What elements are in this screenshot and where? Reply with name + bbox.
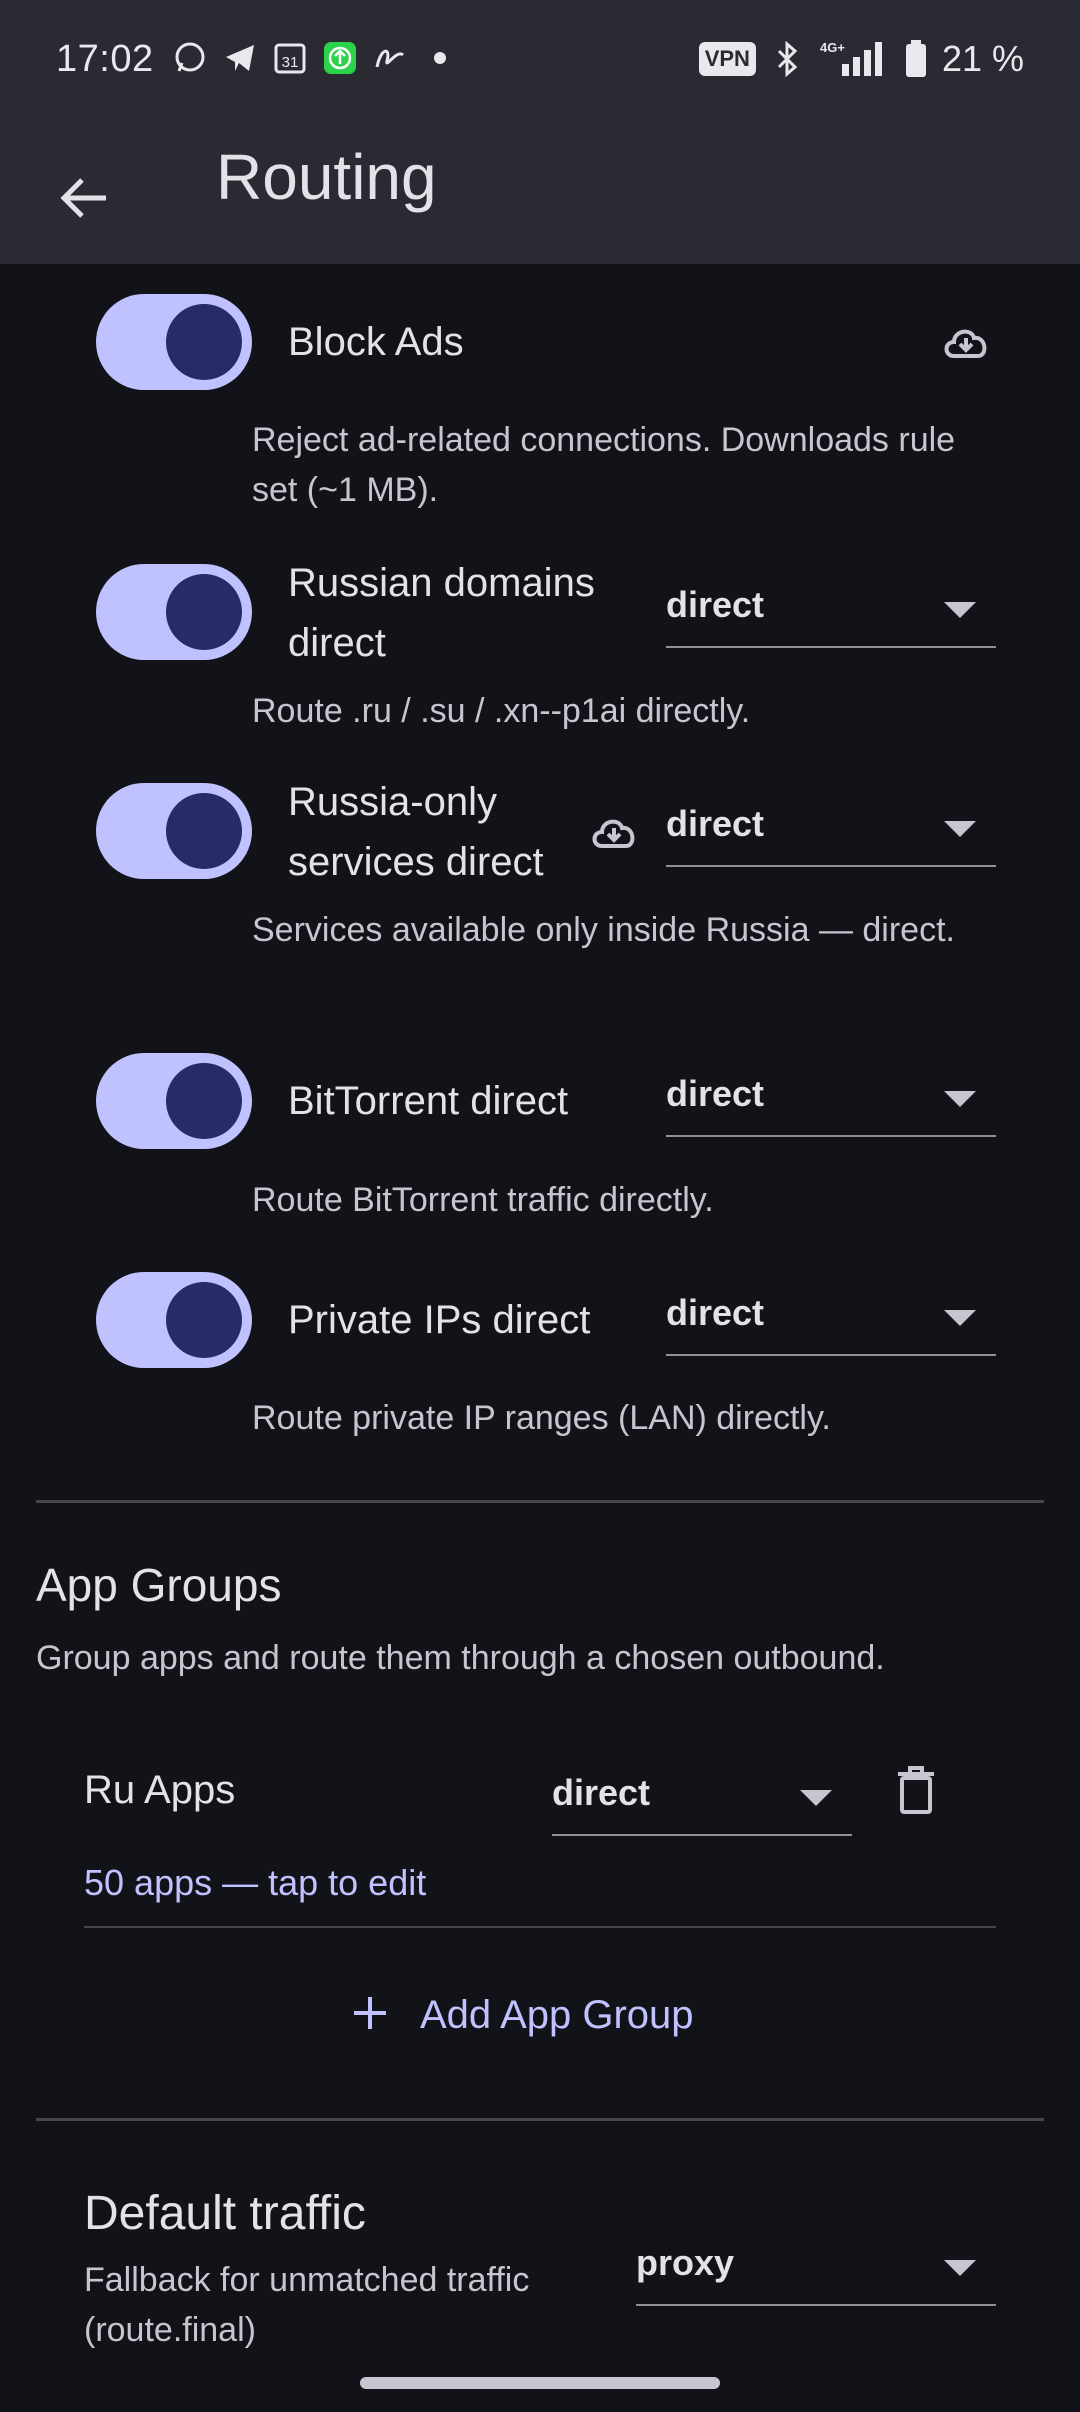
- download-icon[interactable]: [940, 316, 1000, 368]
- dropdown-arrow-icon: [944, 1091, 976, 1107]
- battery-icon: [904, 40, 928, 77]
- rule-label: Russia-only services direct: [288, 780, 544, 884]
- rule-label: Block Ads: [288, 320, 464, 364]
- rule-label: BitTorrent direct: [288, 1079, 569, 1123]
- select-value: direct: [666, 584, 765, 625]
- download-icon[interactable]: [588, 806, 648, 858]
- dropdown-arrow-icon: [944, 2260, 976, 2276]
- select-value: direct: [666, 1292, 765, 1333]
- rule-label: Private IPs direct: [288, 1298, 591, 1342]
- bluetooth-icon: [770, 41, 806, 77]
- switch-thumb: [166, 1282, 242, 1358]
- status-time: 17:02: [56, 38, 154, 80]
- back-arrow-icon: [60, 178, 106, 218]
- section-divider: [36, 2118, 1044, 2121]
- select-value: direct: [666, 803, 765, 844]
- switch-thumb: [166, 793, 242, 869]
- calendar-icon: 31: [272, 40, 308, 76]
- add-app-group-button[interactable]: Add App Group: [350, 1980, 694, 2050]
- plus-icon: [350, 1993, 390, 2038]
- rule-description: Route private IP ranges (LAN) directly.: [252, 1399, 831, 1437]
- rule-description: Route BitTorrent traffic directly.: [252, 1181, 714, 1219]
- vpn-badge: VPN: [698, 42, 756, 76]
- app-group-name: Ru Apps: [84, 1768, 236, 1812]
- default-traffic-title: Default traffic: [84, 2187, 366, 2240]
- rule-description: Reject ad-related connections. Downloads…: [252, 421, 956, 509]
- bittorrent-outbound-select[interactable]: direct: [666, 1061, 996, 1137]
- private-ips-switch[interactable]: [96, 1272, 252, 1368]
- russia-only-services-switch[interactable]: [96, 783, 252, 879]
- dropdown-arrow-icon: [944, 821, 976, 837]
- switch-thumb: [166, 574, 242, 650]
- dropdown-arrow-icon: [944, 602, 976, 618]
- russia-only-outbound-select[interactable]: direct: [666, 791, 996, 867]
- upload-app-icon: [322, 40, 358, 76]
- select-value: direct: [666, 1073, 765, 1114]
- rule-description: Route .ru / .su / .xn--p1ai directly.: [252, 692, 751, 730]
- svg-text:31: 31: [282, 54, 299, 71]
- private-ips-outbound-select[interactable]: direct: [666, 1280, 996, 1356]
- add-app-group-label: Add App Group: [420, 1992, 694, 2037]
- rule-description: Services available only inside Russia — …: [252, 911, 955, 949]
- whatsapp-icon: [172, 40, 208, 76]
- default-traffic-outbound-select[interactable]: proxy: [636, 2230, 996, 2306]
- telegram-icon: [222, 40, 258, 76]
- app-group-outbound-select[interactable]: direct: [552, 1760, 852, 1836]
- block-ads-switch[interactable]: [96, 294, 252, 390]
- default-traffic-description: Fallback for unmatched traffic (route.fi…: [84, 2261, 530, 2349]
- delete-icon[interactable]: [890, 1762, 950, 1822]
- bittorrent-switch[interactable]: [96, 1053, 252, 1149]
- battery-percent: 21 %: [941, 38, 1024, 79]
- app-groups-description: Group apps and route them through a chos…: [36, 1639, 885, 1677]
- signal-icon: 4G+: [820, 40, 890, 77]
- app-groups-title: App Groups: [36, 1559, 282, 1611]
- app-bar: [0, 124, 1080, 264]
- switch-thumb: [166, 304, 242, 380]
- system-status: VPN 4G+ 21 %: [698, 38, 1024, 80]
- back-button[interactable]: [40, 154, 128, 242]
- dot-icon: [422, 40, 458, 76]
- section-divider: [36, 1500, 1044, 1503]
- rule-label: Russian domains direct: [288, 561, 595, 665]
- svg-text:4G+: 4G+: [820, 40, 845, 55]
- dropdown-arrow-icon: [944, 1310, 976, 1326]
- home-indicator[interactable]: [360, 2377, 720, 2389]
- switch-thumb: [166, 1063, 242, 1139]
- app-group-card[interactable]: Ru Apps direct 50 apps — tap to edit: [84, 1740, 996, 1928]
- notification-icons: 31: [172, 40, 458, 76]
- swipe-app-icon: [372, 40, 408, 76]
- app-group-summary[interactable]: 50 apps — tap to edit: [84, 1862, 426, 1904]
- select-value: proxy: [636, 2242, 735, 2283]
- russian-domains-outbound-select[interactable]: direct: [666, 572, 996, 648]
- page-title: Routing: [216, 141, 437, 213]
- dropdown-arrow-icon: [800, 1790, 832, 1806]
- russian-domains-switch[interactable]: [96, 564, 252, 660]
- select-value: direct: [552, 1772, 651, 1813]
